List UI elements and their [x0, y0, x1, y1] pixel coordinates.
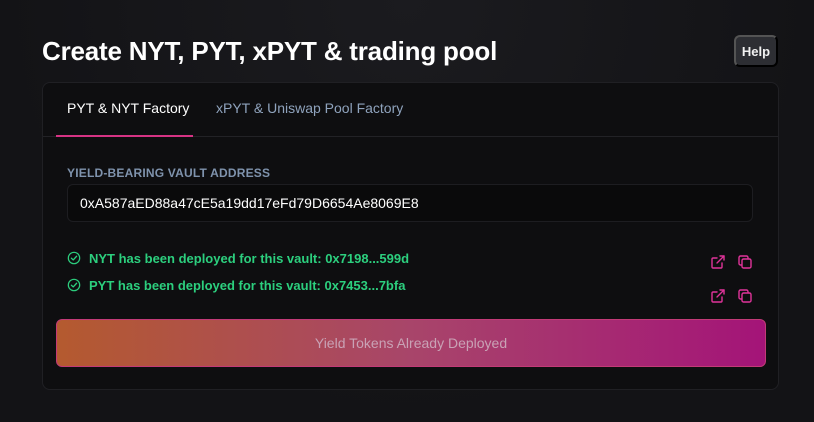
deploy-yield-tokens-button[interactable]: Yield Tokens Already Deployed: [56, 319, 766, 367]
check-circle-icon: [67, 251, 81, 265]
vault-address-input[interactable]: [67, 184, 753, 222]
nyt-status: NYT has been deployed for this vault: 0x…: [67, 249, 409, 267]
pyt-copy-icon[interactable]: [737, 288, 753, 304]
tab-xpyt-uniswap-pool-factory[interactable]: xPYT & Uniswap Pool Factory: [216, 100, 403, 116]
page: Create NYT, PYT, xPYT & trading pool Hel…: [0, 0, 814, 422]
nyt-copy-icon[interactable]: [737, 254, 753, 270]
factory-card: PYT & NYT Factory xPYT & Uniswap Pool Fa…: [42, 82, 779, 390]
help-button[interactable]: Help: [734, 35, 778, 67]
vault-address-label: YIELD-BEARING VAULT ADDRESS: [67, 166, 271, 180]
pyt-external-link-icon[interactable]: [710, 288, 726, 304]
tab-pyt-nyt-factory[interactable]: PYT & NYT Factory: [67, 100, 189, 116]
pyt-status: PYT has been deployed for this vault: 0x…: [67, 276, 405, 294]
tab-bar: PYT & NYT Factory xPYT & Uniswap Pool Fa…: [43, 83, 778, 137]
active-tab-indicator: [56, 135, 193, 137]
check-circle-icon: [67, 278, 81, 292]
nyt-status-text: NYT has been deployed for this vault: 0x…: [89, 250, 410, 266]
nyt-external-link-icon[interactable]: [710, 254, 726, 270]
pyt-status-text: PYT has been deployed for this vault: 0x…: [89, 277, 406, 293]
page-title: Create NYT, PYT, xPYT & trading pool: [42, 36, 498, 66]
